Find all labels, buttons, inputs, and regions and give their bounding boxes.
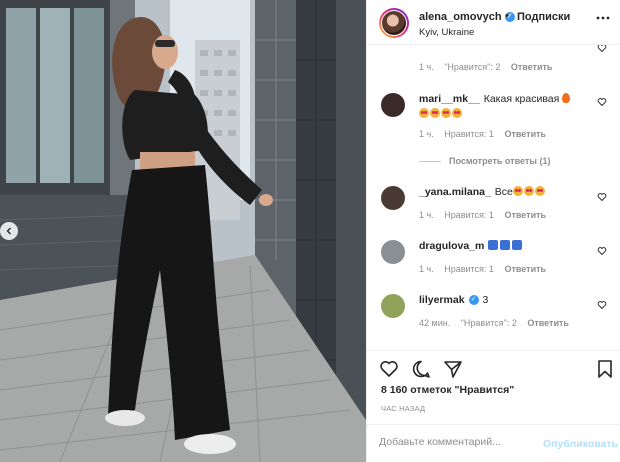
- post-image: [0, 0, 366, 462]
- chevron-left-icon: [6, 227, 11, 235]
- verified-badge-icon: ✓: [468, 295, 479, 306]
- post-timestamp[interactable]: ЧАС НАЗАД: [381, 404, 425, 413]
- comment-meta: 1 ч. "Нравится": 2 Ответить: [419, 62, 553, 72]
- thread-divider: [419, 161, 441, 163]
- comment-likes[interactable]: Нравится: 1: [444, 129, 494, 139]
- author-username[interactable]: alena_omovych ✓: [419, 11, 515, 23]
- heart-eyes-emoji-icon: [534, 186, 545, 196]
- commenter-username[interactable]: _yana.milana_: [419, 186, 491, 198]
- comment-text: lilyermak ✓ 3: [419, 294, 489, 306]
- comment-like-heart-icon[interactable]: [597, 45, 607, 53]
- post-photo[interactable]: [0, 0, 366, 462]
- heart-outline-icon[interactable]: [379, 359, 399, 379]
- commenter-avatar[interactable]: [381, 240, 405, 264]
- comment-text: dragulova_m: [419, 239, 589, 254]
- reply-button[interactable]: Ответить: [527, 318, 569, 328]
- paper-plane-icon[interactable]: [443, 359, 463, 379]
- commenter-avatar[interactable]: [381, 294, 405, 318]
- comment-likes[interactable]: "Нравится": 2: [461, 318, 517, 328]
- following-button[interactable]: Подписки: [517, 11, 570, 23]
- heart-eyes-emoji-icon: [512, 186, 523, 196]
- comment-likes[interactable]: Нравится: 1: [444, 210, 494, 220]
- follow-separator: •: [505, 10, 509, 22]
- commenter-username[interactable]: lilyermak: [419, 294, 465, 306]
- comment-like-heart-icon[interactable]: [597, 97, 607, 107]
- heart-eyes-emoji-icon: [452, 108, 462, 118]
- comment-meta: 1 ч. Нравится: 1 Ответить: [419, 264, 547, 274]
- reply-button[interactable]: Ответить: [504, 264, 546, 274]
- comment-likes[interactable]: Нравится: 1: [444, 264, 494, 274]
- commenter-username[interactable]: dragulova_m: [419, 240, 484, 252]
- bookmark-icon[interactable]: [595, 359, 615, 379]
- post-header: alena_omovych ✓ • Подписки Kyiv, Ukraine: [367, 0, 620, 45]
- fire-emoji-icon: [562, 93, 571, 103]
- heart-eyes-emoji-icon: [419, 108, 429, 118]
- comment-like-heart-icon[interactable]: [597, 300, 607, 310]
- reply-button[interactable]: Ответить: [511, 62, 553, 72]
- comment-meta: 1 ч. Нравится: 1 Ответить: [419, 129, 547, 139]
- comment-like-heart-icon[interactable]: [597, 246, 607, 256]
- blue-square-emoji-icon: [500, 240, 511, 250]
- author-avatar-image: [382, 11, 406, 35]
- publish-comment-button[interactable]: Опубликовать: [543, 438, 618, 450]
- comment-text: _yana.milana_ Все: [419, 185, 589, 200]
- heart-eyes-emoji-icon: [430, 108, 440, 118]
- comment-bubble-icon[interactable]: [411, 359, 431, 379]
- post-location[interactable]: Kyiv, Ukraine: [419, 27, 474, 38]
- comment-meta: 42 мин. "Нравится": 2 Ответить: [419, 318, 569, 328]
- more-options-button[interactable]: [595, 10, 611, 29]
- commenter-avatar[interactable]: [381, 93, 405, 117]
- comment-likes[interactable]: "Нравится": 2: [444, 62, 500, 72]
- comment-meta: 1 ч. Нравится: 1 Ответить: [419, 210, 547, 220]
- commenter-username[interactable]: mari__mk__: [419, 93, 480, 105]
- add-comment-bar: Опубликовать: [367, 424, 620, 462]
- blue-square-emoji-icon: [512, 240, 523, 250]
- previous-photo-button[interactable]: [0, 222, 18, 240]
- reply-button[interactable]: Ответить: [504, 210, 546, 220]
- comment-text: mari__mk__ Какая красивая: [419, 92, 589, 122]
- author-avatar[interactable]: [379, 8, 409, 38]
- commenter-avatar[interactable]: [381, 186, 405, 210]
- comments-list[interactable]: 1 ч. "Нравится": 2 Ответить mari__mk__ Ка…: [367, 45, 620, 350]
- post-actions-bar: [367, 350, 620, 380]
- blue-square-emoji-icon: [488, 240, 499, 250]
- heart-eyes-emoji-icon: [441, 108, 451, 118]
- heart-eyes-emoji-icon: [523, 186, 534, 196]
- reply-button[interactable]: Ответить: [504, 129, 546, 139]
- view-replies-button[interactable]: Посмотреть ответы (1): [419, 156, 550, 166]
- more-dots-icon: [596, 16, 610, 20]
- comment-input[interactable]: [379, 436, 529, 448]
- comment-like-heart-icon[interactable]: [597, 192, 607, 202]
- likes-count[interactable]: 8 160 отметок "Нравится": [381, 384, 514, 396]
- post-side-panel: alena_omovych ✓ • Подписки Kyiv, Ukraine …: [366, 0, 620, 462]
